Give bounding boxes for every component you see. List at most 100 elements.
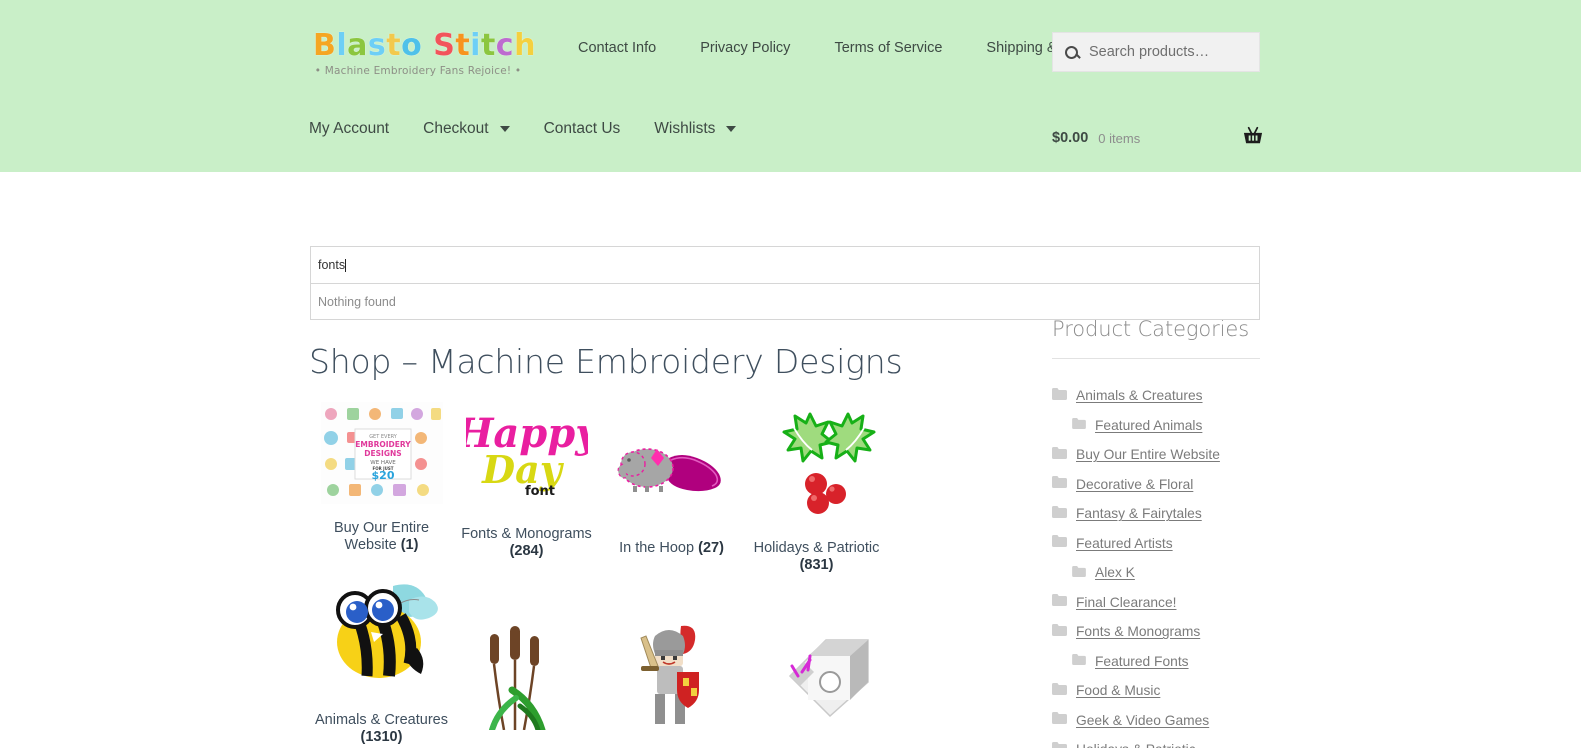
logo-letter-7: S bbox=[433, 28, 456, 63]
category-count: (27) bbox=[698, 540, 724, 556]
knight-thumb bbox=[611, 620, 733, 730]
sidebar-category-final-clearance[interactable]: Final Clearance! bbox=[1052, 588, 1262, 618]
sidebar-divider bbox=[1052, 358, 1260, 359]
sidebar-category-link[interactable]: Buy Our Entire Website bbox=[1076, 447, 1220, 462]
logo-letter-2: a bbox=[347, 28, 368, 63]
sidebar-category-link[interactable]: Final Clearance! bbox=[1076, 595, 1176, 610]
logo-letter-3: s bbox=[367, 28, 387, 63]
category-tile-row2-1[interactable] bbox=[454, 620, 599, 746]
site-header: Blasto Stitch • Machine Embroidery Fans … bbox=[0, 0, 1581, 172]
search-input[interactable] bbox=[1087, 43, 1247, 61]
nav-label-wishlists: Wishlists bbox=[654, 120, 716, 137]
logo-letter-11: c bbox=[495, 28, 515, 63]
chevron-down-icon[interactable] bbox=[499, 126, 510, 132]
nav-item-my-account[interactable]: My Account bbox=[309, 120, 389, 138]
category-count: (831) bbox=[799, 557, 834, 573]
cart-total-amount: $0.00 bbox=[1052, 130, 1089, 146]
category-name: Holidays & Patriotic bbox=[753, 540, 880, 556]
live-search-overlay: fonts Nothing found bbox=[310, 246, 1260, 320]
secondary-nav-terms-of-service[interactable]: Terms of Service bbox=[812, 40, 964, 56]
live-search-query-text: fonts bbox=[318, 258, 346, 272]
category-label: Holidays & Patriotic (831) bbox=[744, 540, 889, 574]
nav-item-checkout[interactable]: Checkout bbox=[423, 120, 510, 138]
folder-icon bbox=[1072, 416, 1086, 434]
sidebar-category-holidays-patriotic[interactable]: Holidays & Patriotic bbox=[1052, 735, 1262, 748]
happy-day-font-thumb: Happy Day font bbox=[466, 402, 588, 504]
sidebar-category-link[interactable]: Food & Music bbox=[1076, 683, 1160, 698]
logo-letter-4: t bbox=[386, 28, 402, 63]
live-search-input-row[interactable]: fonts bbox=[310, 246, 1260, 284]
sidebar-category-decorative-floral[interactable]: Decorative & Floral bbox=[1052, 470, 1262, 500]
search-icon bbox=[1065, 45, 1078, 59]
sidebar-category-fonts-monograms[interactable]: Fonts & Monograms bbox=[1052, 617, 1262, 647]
sidebar-category-link[interactable]: Animals & Creatures bbox=[1076, 388, 1203, 403]
primary-navigation: My Account Checkout Contact Us Wishlists bbox=[309, 120, 770, 138]
sidebar-title: Product Categories bbox=[1052, 317, 1250, 341]
sidebar-category-featured-artists[interactable]: Featured Artists bbox=[1052, 529, 1262, 559]
product-search-box[interactable] bbox=[1052, 32, 1260, 72]
folder-icon bbox=[1052, 623, 1067, 641]
shopping-basket-icon[interactable] bbox=[1242, 126, 1264, 145]
sidebar-category-fantasy-fairytales[interactable]: Fantasy & Fairytales bbox=[1052, 499, 1262, 529]
category-tile-buy-our-entire-website[interactable]: GET EVERY EMBROIDERY DESIGNS WE HAVE FOR… bbox=[309, 402, 454, 574]
sidebar-category-link[interactable]: Holidays & Patriotic bbox=[1076, 742, 1196, 748]
sidebar-category-link[interactable]: Featured Artists bbox=[1076, 536, 1173, 551]
category-count: (1310) bbox=[360, 729, 403, 745]
folder-icon bbox=[1052, 446, 1067, 464]
elephant-hair-clip-thumb bbox=[611, 402, 733, 524]
folder-icon bbox=[1052, 534, 1067, 552]
category-name: Animals & Creatures bbox=[315, 712, 448, 728]
live-search-empty-message: Nothing found bbox=[318, 294, 396, 309]
chevron-down-icon[interactable] bbox=[726, 126, 737, 132]
category-tile-animals-creatures[interactable]: Animals & Creatures (1310) bbox=[309, 574, 454, 746]
live-search-results: Nothing found bbox=[310, 284, 1260, 320]
secondary-nav-contact-info[interactable]: Contact Info bbox=[566, 40, 678, 56]
svg-text:$20: $20 bbox=[371, 469, 394, 482]
folder-icon bbox=[1052, 682, 1067, 700]
sidebar-category-link[interactable]: Fantasy & Fairytales bbox=[1076, 506, 1202, 521]
sidebar-category-link[interactable]: Geek & Video Games bbox=[1076, 713, 1209, 728]
category-tile-row2-2[interactable] bbox=[599, 620, 744, 746]
sidebar-category-buy-our-entire-website[interactable]: Buy Our Entire Website bbox=[1052, 440, 1262, 470]
folder-icon bbox=[1072, 564, 1086, 582]
sidebar-category-featured-animals[interactable]: Featured Animals bbox=[1052, 411, 1262, 441]
nav-label-my-account: My Account bbox=[309, 120, 390, 137]
sidebar-category-link[interactable]: Alex K bbox=[1095, 565, 1135, 580]
svg-text:DESIGNS: DESIGNS bbox=[364, 449, 401, 458]
nav-item-wishlists[interactable]: Wishlists bbox=[654, 120, 737, 138]
logo-letter-5: o bbox=[401, 28, 423, 63]
sidebar-category-geek-video-games[interactable]: Geek & Video Games bbox=[1052, 706, 1262, 736]
svg-text:font: font bbox=[524, 484, 554, 499]
sidebar-category-featured-fonts[interactable]: Featured Fonts bbox=[1052, 647, 1262, 677]
category-tile-in-the-hoop[interactable]: In the Hoop (27) bbox=[599, 402, 744, 574]
folder-icon bbox=[1052, 593, 1067, 611]
bumble-bee-thumb bbox=[321, 574, 443, 696]
sidebar-category-food-music[interactable]: Food & Music bbox=[1052, 676, 1262, 706]
entire-website-collage-thumb: GET EVERY EMBROIDERY DESIGNS WE HAVE FOR… bbox=[320, 402, 443, 504]
sidebar-category-link[interactable]: Featured Fonts bbox=[1095, 654, 1189, 669]
site-logo[interactable]: Blasto Stitch • Machine Embroidery Fans … bbox=[313, 28, 535, 85]
sidebar-category-link[interactable]: Featured Animals bbox=[1095, 418, 1202, 433]
sidebar-category-link[interactable]: Decorative & Floral bbox=[1076, 477, 1193, 492]
text-cursor bbox=[345, 258, 347, 272]
category-tile-holidays-patriotic[interactable]: Holidays & Patriotic (831) bbox=[744, 402, 889, 574]
holly-berries-thumb bbox=[756, 402, 878, 524]
sidebar-category-alex-k[interactable]: Alex K bbox=[1052, 558, 1262, 588]
nav-item-contact-us[interactable]: Contact Us bbox=[544, 120, 621, 138]
category-label: Buy Our Entire Website (1) bbox=[309, 520, 454, 554]
logo-tagline: • Machine Embroidery Fans Rejoice! • bbox=[314, 65, 522, 77]
cart-summary[interactable]: $0.00 0 items bbox=[1052, 124, 1263, 152]
sidebar-category-animals-creatures[interactable]: Animals & Creatures bbox=[1052, 381, 1262, 411]
category-tile-fonts-monograms[interactable]: Happy Day font Fonts & Monograms (284) bbox=[454, 402, 599, 574]
sidebar-category-link[interactable]: Fonts & Monograms bbox=[1076, 624, 1200, 639]
logo-letter-1: l bbox=[336, 28, 348, 63]
secondary-nav-privacy-policy[interactable]: Privacy Policy bbox=[678, 40, 812, 56]
folder-icon bbox=[1052, 475, 1067, 493]
logo-letter-6 bbox=[422, 28, 433, 63]
cattails-thumb bbox=[466, 620, 588, 730]
category-tile-row2-3[interactable] bbox=[744, 620, 889, 746]
cart-item-count: 0 items bbox=[1098, 130, 1141, 146]
nav-label-contact-us: Contact Us bbox=[543, 120, 621, 137]
logo-letter-8: t bbox=[455, 28, 471, 63]
logo-letter-10: t bbox=[480, 28, 496, 63]
